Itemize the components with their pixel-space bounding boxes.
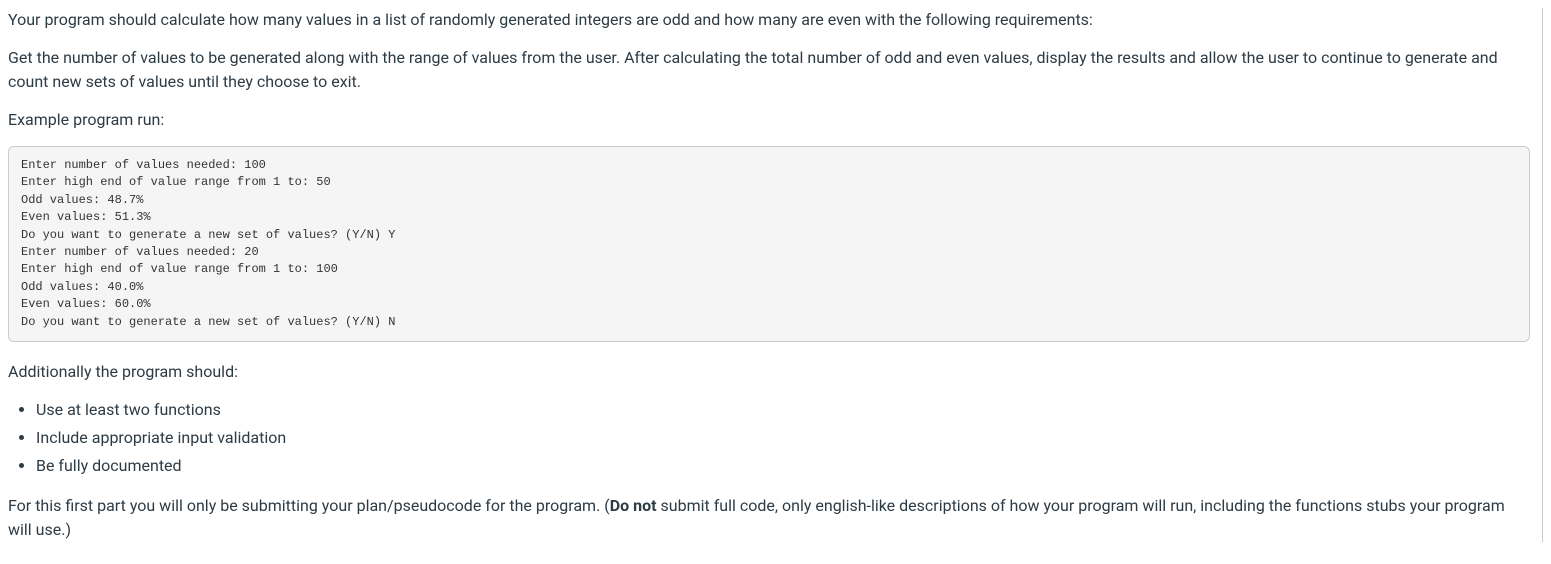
assignment-content: Your program should calculate how many v… <box>8 8 1543 542</box>
list-item: Be fully documented <box>36 454 1530 478</box>
final-prefix: For this first part you will only be sub… <box>8 496 610 515</box>
intro-paragraph: Your program should calculate how many v… <box>8 8 1530 32</box>
requirements-paragraph: Get the number of values to be generated… <box>8 46 1530 94</box>
example-label: Example program run: <box>8 108 1530 132</box>
example-code-block: Enter number of values needed: 100 Enter… <box>8 146 1530 342</box>
requirements-list: Use at least two functions Include appro… <box>8 398 1530 478</box>
additional-label: Additionally the program should: <box>8 360 1530 384</box>
list-item: Include appropriate input validation <box>36 426 1530 450</box>
submission-note: For this first part you will only be sub… <box>8 494 1530 542</box>
list-item: Use at least two functions <box>36 398 1530 422</box>
final-bold: Do not <box>610 496 657 515</box>
